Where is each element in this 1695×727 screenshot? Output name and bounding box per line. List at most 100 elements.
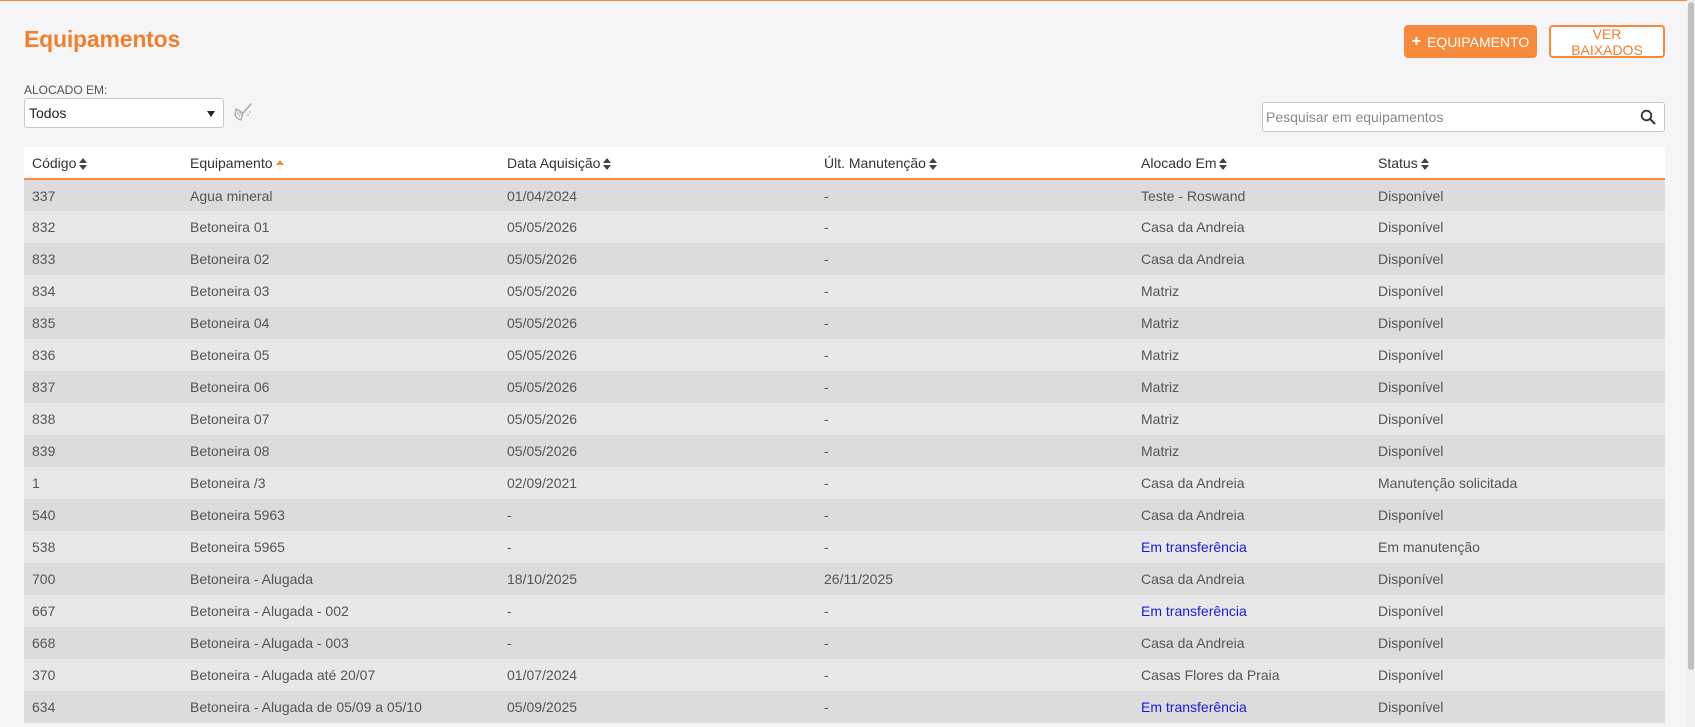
cell-codigo: 1 [32,475,40,491]
cell-data-aquisicao: 05/05/2026 [507,283,578,299]
search-input[interactable] [1266,108,1626,126]
cell-data-aquisicao: 05/05/2026 [507,219,578,235]
table-row[interactable]: 1 Betoneira /3 02/09/2021 - Casa da Andreia M… [24,467,1665,499]
cell-alocado-em: Matriz [1141,315,1180,331]
cell-alocado-em[interactable]: Em transferência [1133,531,1370,563]
table-row[interactable]: 668 Betoneira - Alugada - 003 - - Casa da An… [24,627,1665,659]
table-row[interactable]: 540 Betoneira 5963 - - Casa da Andreia Dispon… [24,499,1665,531]
cell-ult-manutencao: - [824,603,829,619]
cell-codigo: 667 [32,603,56,619]
clear-filter-icon[interactable] [232,100,256,124]
cell-alocado-em[interactable]: Em transferência [1133,595,1370,627]
cell-status: Disponível [1378,187,1444,204]
table-row[interactable]: 700 Betoneira - Alugada 18/10/2025 26/11/20… [24,563,1665,595]
table-row[interactable]: 370 Betoneira - Alugada até 20/07 01/07/20… [24,659,1665,691]
column-header-alocado-em[interactable]: Alocado Em [1133,147,1370,180]
column-header-data-aquisicao[interactable]: Data Aquisição [499,147,816,180]
table-row[interactable]: 337 Agua mineral 01/04/2024 - Teste - Roswan… [24,179,1665,211]
cell-data-aquisicao: - [507,635,512,651]
cell-ult-manutencao: - [824,699,829,715]
view-baixados-button[interactable]: VER BAIXADOS [1549,25,1665,58]
cell-ult-manutencao: - [824,315,829,331]
add-equipment-label: EQUIPAMENTO [1427,33,1530,50]
cell-ult-manutencao: - [824,347,829,363]
column-header-equipamento[interactable]: Equipamento [182,147,499,180]
cell-status: Disponível [1378,635,1444,651]
cell-equipamento: Betoneira 5963 [190,507,285,523]
cell-ult-manutencao: - [824,635,829,651]
chevron-down-icon [207,111,215,117]
allocated-filter-label: ALOCADO EM: [24,83,108,97]
sort-asc-icon[interactable] [275,158,284,170]
top-accent-line [0,0,1695,1]
sort-icon[interactable] [603,157,612,170]
sort-icon[interactable] [1219,157,1228,170]
cell-codigo: 838 [32,411,56,427]
sort-icon[interactable] [79,157,88,170]
cell-data-aquisicao: - [507,507,512,523]
search-icon[interactable] [1640,109,1656,125]
sort-icon[interactable] [1420,157,1429,170]
scrollbar-thumb[interactable] [1688,2,1694,670]
column-header-status[interactable]: Status [1370,147,1665,180]
table-row[interactable]: 833 Betoneira 02 05/05/2026 - Casa da Andrei… [24,243,1665,275]
cell-equipamento: Betoneira - Alugada - 003 [190,635,349,651]
cell-status: Disponível [1378,251,1444,267]
sort-icon[interactable] [928,157,937,170]
cell-status: Disponível [1378,411,1444,427]
cell-codigo: 836 [32,347,56,363]
table-row[interactable]: 838 Betoneira 07 05/05/2026 - Matriz Disponív… [24,403,1665,435]
table-header-row: Código Equipamento Data Aquisição Últ. Manu… [24,147,1665,180]
cell-codigo: 832 [32,219,56,235]
cell-equipamento: Betoneira 06 [190,379,270,395]
cell-alocado-em: Casa da Andreia [1141,251,1245,267]
cell-equipamento: Betoneira 08 [190,443,270,459]
cell-alocado-em[interactable]: Em transferência [1133,691,1370,723]
cell-codigo: 634 [32,699,56,715]
cell-equipamento: Betoneira 5965 [190,539,285,555]
column-header-ult-manutencao[interactable]: Últ. Manutenção [816,147,1133,180]
cell-alocado-em: Casa da Andreia [1141,571,1245,587]
allocated-filter-select[interactable]: Todos [24,98,224,128]
cell-alocado-em: Matriz [1141,443,1180,459]
column-header-label: Status [1378,154,1418,171]
add-equipment-button[interactable]: + EQUIPAMENTO [1404,25,1537,58]
page-title: Equipamentos [24,26,181,52]
cell-status: Disponível [1378,379,1444,395]
cell-codigo: 370 [32,667,56,683]
table-row[interactable]: 839 Betoneira 08 05/05/2026 - Matriz Disponív… [24,435,1665,467]
table-row[interactable]: 538 Betoneira 5965 - - Em transferência Em ma… [24,531,1665,563]
cell-codigo: 337 [32,187,56,204]
table-row[interactable]: 832 Betoneira 01 05/05/2026 - Casa da Andrei… [24,211,1665,243]
cell-status: Disponível [1378,667,1444,683]
cell-status: Disponível [1378,571,1444,587]
cell-status: Disponível [1378,443,1444,459]
cell-data-aquisicao: - [507,603,512,619]
cell-equipamento: Betoneira /3 [190,475,266,491]
column-header-codigo[interactable]: Código [24,147,182,180]
cell-equipamento: Betoneira 04 [190,315,270,331]
cell-equipamento: Betoneira - Alugada [190,571,313,587]
cell-alocado-em: Matriz [1141,347,1180,363]
cell-alocado-em: Casa da Andreia [1141,475,1245,491]
table-row[interactable]: 835 Betoneira 04 05/05/2026 - Matriz Disponív… [24,307,1665,339]
vertical-scrollbar[interactable] [1687,0,1695,727]
cell-codigo: 538 [32,539,56,555]
table-row[interactable]: 834 Betoneira 03 05/05/2026 - Matriz Disponív… [24,275,1665,307]
column-header-label: Alocado Em [1141,154,1217,171]
cell-alocado-em: Casa da Andreia [1141,507,1245,523]
cell-codigo: 835 [32,315,56,331]
cell-equipamento: Agua mineral [190,187,273,204]
cell-status: Disponível [1378,507,1444,523]
cell-codigo: 837 [32,379,56,395]
cell-equipamento: Betoneira - Alugada até 20/07 [190,667,376,683]
table-row[interactable]: 634 Betoneira - Alugada de 05/09 a 05/10 0… [24,691,1665,723]
cell-data-aquisicao: 05/09/2025 [507,699,578,715]
table-row[interactable]: 837 Betoneira 06 05/05/2026 - Matriz Disponív… [24,371,1665,403]
cell-data-aquisicao: 05/05/2026 [507,411,578,427]
cell-equipamento: Betoneira 01 [190,219,270,235]
cell-equipamento: Betoneira - Alugada de 05/09 a 05/10 [190,699,422,715]
cell-equipamento: Betoneira 07 [190,411,270,427]
table-row[interactable]: 667 Betoneira - Alugada - 002 - - Em transfe… [24,595,1665,627]
table-row[interactable]: 836 Betoneira 05 05/05/2026 - Matriz Disponív… [24,339,1665,371]
